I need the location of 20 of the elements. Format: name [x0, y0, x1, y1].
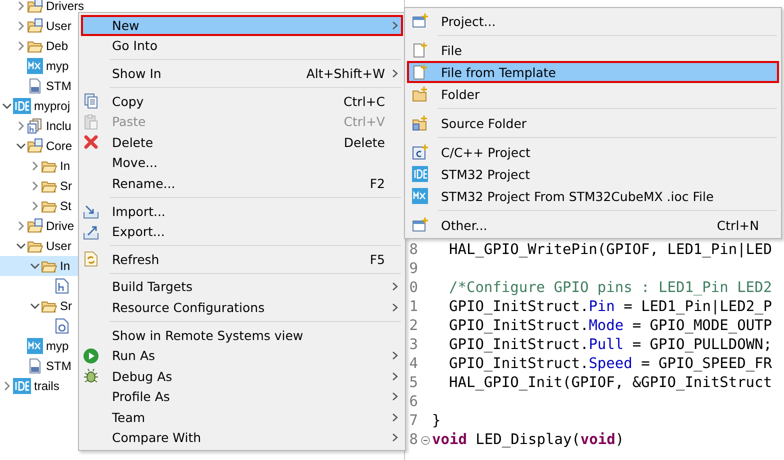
line-number: 4 [408, 355, 418, 374]
line-number: 0 [408, 279, 418, 298]
line-number: 1 [408, 298, 418, 317]
line-number: 9 [408, 260, 418, 279]
code-line: GPIO_InitStruct.Mode = GPIO_MODE_OUTP [448, 317, 772, 336]
line-number: 3 [408, 336, 418, 355]
code-line: HAL_GPIO_WritePin(GPIOF, LED1_Pin|LED [448, 241, 772, 260]
code-line: /*Configure GPIO pins : LED1_Pin LED2 [448, 279, 772, 298]
code-line: void LED_Display(void) [432, 431, 624, 450]
line-number: 2 [408, 317, 418, 336]
code-line: GPIO_InitStruct.Speed = GPIO_SPEED_FR [448, 355, 772, 374]
code-line: GPIO_InitStruct.Pull = GPIO_PULLDOWN; [448, 336, 772, 355]
code-line: } [432, 412, 441, 431]
line-number: 8 [408, 241, 418, 260]
line-number: 6 [408, 393, 418, 412]
line-number: 5 [408, 374, 418, 393]
code-line: GPIO_InitStruct.Pin = LED1_Pin|LED2_P [448, 298, 772, 317]
line-number: 7 [408, 412, 418, 431]
code-line: HAL_GPIO_Init(GPIOF, &GPIO_InitStruct [448, 374, 772, 393]
line-number: 8 [408, 431, 418, 450]
